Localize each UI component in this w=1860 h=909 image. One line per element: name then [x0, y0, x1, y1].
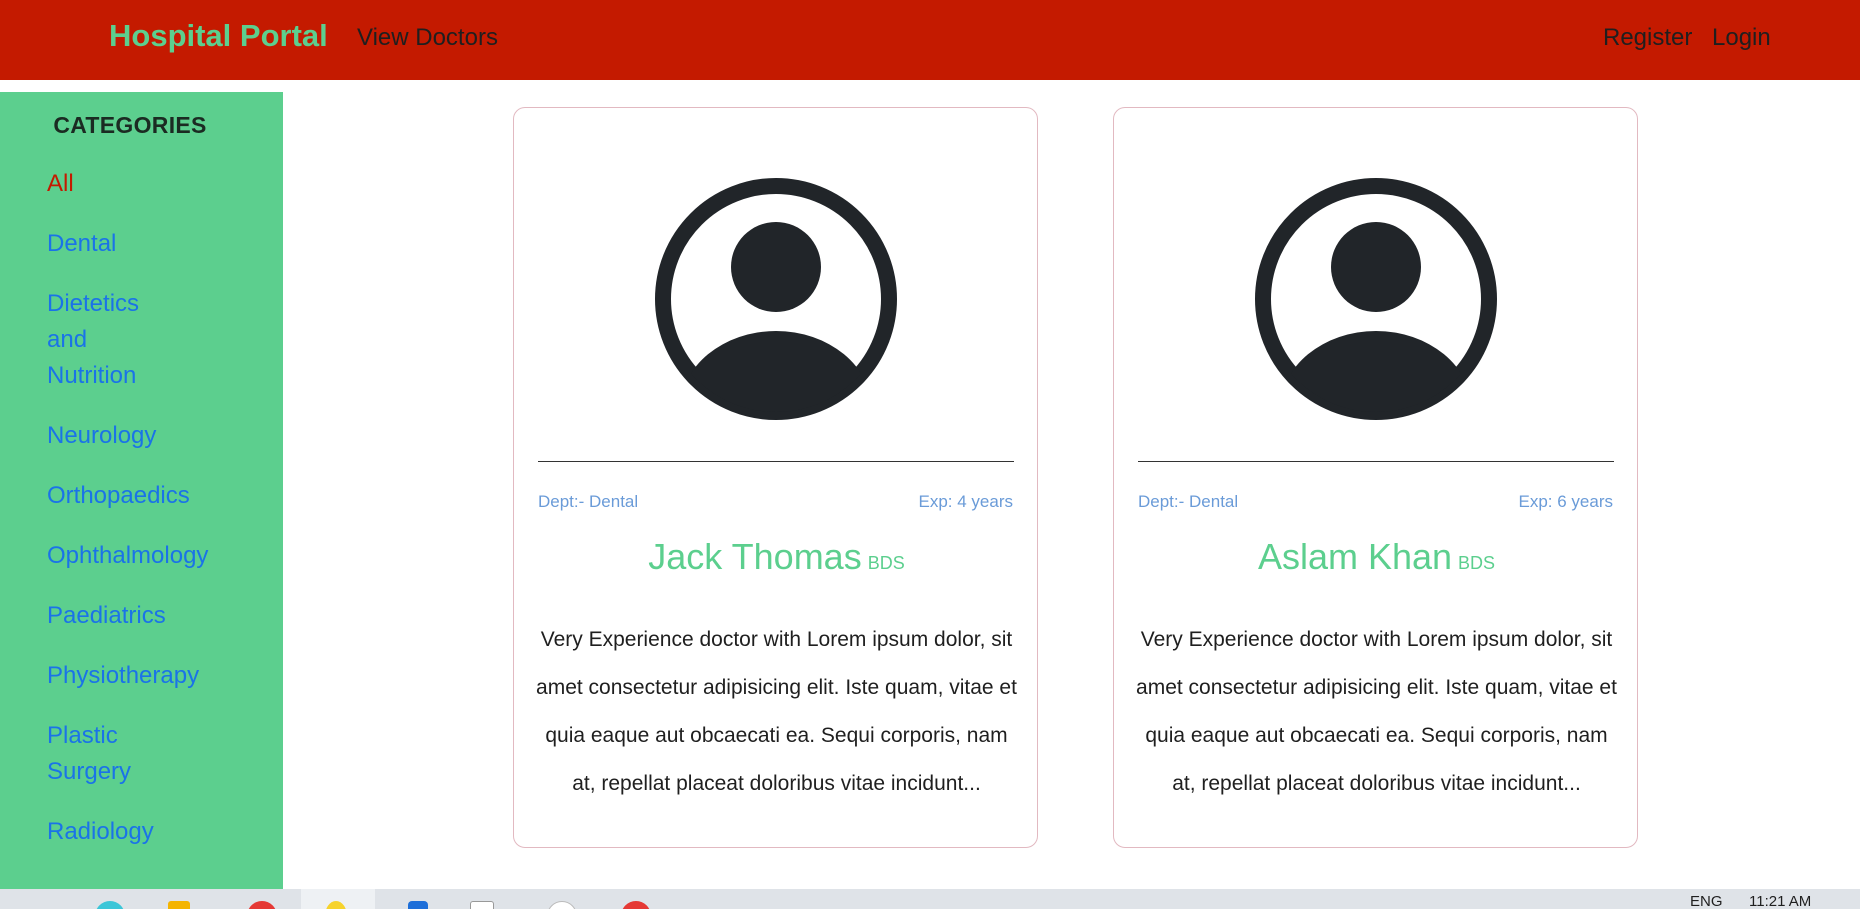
category-neurology[interactable]: Neurology: [47, 418, 156, 454]
categories-sidebar: CATEGORIES All Dental Dietetics and Nutr…: [0, 92, 283, 889]
language-indicator[interactable]: ENG: [1690, 893, 1723, 909]
register-link[interactable]: Register: [1603, 24, 1692, 52]
os-taskbar: ENG 11:21 AM: [0, 889, 1860, 909]
doctor-degree: BDS: [1458, 553, 1496, 573]
doctor-experience: Exp: 4 years: [918, 492, 1014, 511]
app-icon[interactable]: [95, 901, 125, 909]
app-icon[interactable]: [408, 901, 428, 909]
category-plastic-surgery[interactable]: Plastic Surgery: [47, 718, 131, 790]
doctor-description: Very Experience doctor with Lorem ipsum …: [1136, 628, 1617, 795]
doctor-dept: Dept:- Dental: [1138, 492, 1239, 511]
category-dietetics-and-nutrition[interactable]: Dietetics and Nutrition: [47, 286, 139, 394]
category-radiology[interactable]: Radiology: [47, 814, 154, 850]
doctor-experience: Exp: 6 years: [1518, 492, 1614, 511]
doctor-card[interactable]: Dept:- Dental Exp: 6 years Aslam Khan BDS…: [1113, 107, 1638, 848]
category-paediatrics[interactable]: Paediatrics: [47, 598, 166, 634]
doctor-description: Very Experience doctor with Lorem ipsum …: [536, 628, 1017, 795]
folder-icon[interactable]: [168, 901, 190, 909]
category-ophthalmology[interactable]: Ophthalmology: [47, 538, 208, 574]
doctor-dept: Dept:- Dental: [538, 492, 639, 511]
doctor-name: Jack Thomas: [648, 536, 862, 577]
person-circle-icon: [655, 178, 897, 420]
doctor-name-heading: Jack Thomas BDS: [514, 536, 1039, 578]
category-dental[interactable]: Dental: [47, 226, 116, 262]
doctor-card[interactable]: Dept:- Dental Exp: 4 years Jack Thomas BD…: [513, 107, 1038, 848]
person-circle-icon: [1255, 178, 1497, 420]
category-all[interactable]: All: [47, 166, 74, 202]
doctor-name-heading: Aslam Khan BDS: [1114, 536, 1639, 578]
login-link[interactable]: Login: [1712, 24, 1771, 52]
brand-link[interactable]: Hospital Portal: [109, 18, 328, 54]
top-navbar: Hospital Portal View Doctors Register Lo…: [0, 0, 1860, 80]
app-icon[interactable]: [247, 901, 277, 909]
card-divider: [538, 461, 1014, 462]
doctor-name: Aslam Khan: [1257, 536, 1453, 577]
card-divider: [1138, 461, 1614, 462]
category-orthopaedics[interactable]: Orthopaedics: [47, 478, 190, 514]
system-clock[interactable]: 11:21 AM: [1749, 893, 1811, 909]
app-icon[interactable]: [621, 901, 651, 909]
doctor-degree: BDS: [867, 553, 905, 573]
app-icon[interactable]: [547, 901, 577, 909]
category-physiotherapy[interactable]: Physiotherapy: [47, 658, 199, 694]
view-doctors-link[interactable]: View Doctors: [357, 24, 498, 52]
categories-title: CATEGORIES: [53, 112, 207, 138]
notepad-icon[interactable]: [470, 901, 494, 909]
